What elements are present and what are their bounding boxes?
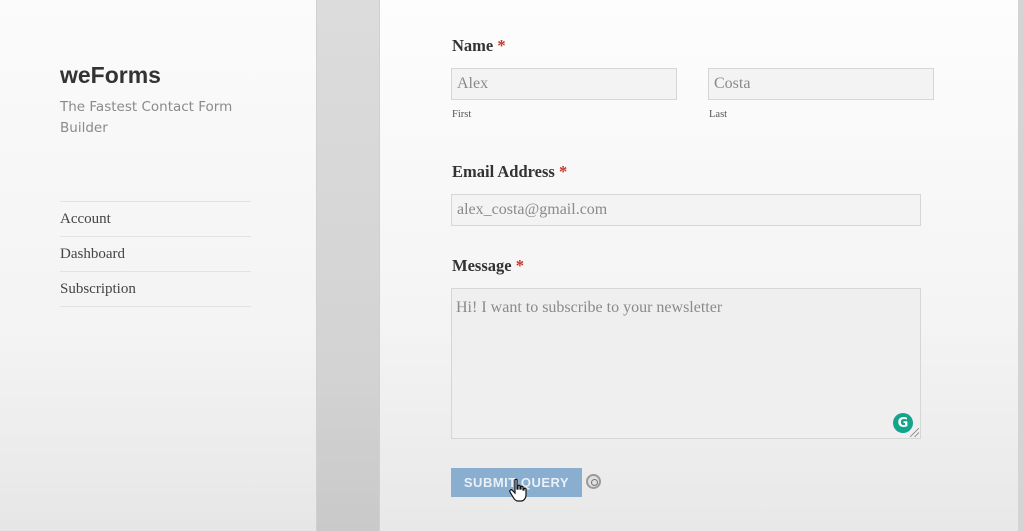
name-label: Name *: [452, 36, 506, 56]
last-name-input[interactable]: Costa: [708, 68, 934, 100]
message-label-text: Message: [452, 256, 512, 275]
name-required-mark: *: [497, 36, 506, 55]
sidebar-menu: Account Dashboard Subscription: [60, 201, 251, 307]
site-title[interactable]: weForms: [60, 62, 161, 89]
hand-cursor-icon: [509, 478, 527, 502]
email-label: Email Address *: [452, 162, 567, 182]
menu-item-dashboard[interactable]: Dashboard: [60, 237, 251, 272]
email-required-mark: *: [558, 162, 568, 181]
message-textarea[interactable]: Hi! I want to subscribe to your newslett…: [451, 288, 921, 439]
email-label-text: Email Address: [452, 162, 555, 181]
email-value: alex_costa@gmail.com: [457, 201, 608, 218]
first-name-input[interactable]: Alex: [451, 68, 677, 100]
last-name-value: Costa: [714, 75, 751, 92]
site-description: The Fastest Contact Form Builder: [60, 99, 233, 136]
resize-handle-icon[interactable]: [910, 428, 919, 437]
menu-item-account[interactable]: Account: [60, 202, 251, 237]
first-name-sublabel: First: [452, 109, 472, 120]
first-name-value: Alex: [457, 75, 489, 92]
right-edge: [1018, 0, 1024, 531]
email-input[interactable]: alex_costa@gmail.com: [451, 194, 921, 226]
last-name-sublabel: Last: [709, 109, 728, 120]
message-label: Message *: [452, 256, 524, 276]
page-gutter: [316, 0, 380, 531]
message-required-mark: *: [515, 256, 524, 275]
message-value: Hi! I want to subscribe to your newslett…: [456, 299, 723, 316]
name-label-text: Name: [452, 36, 494, 55]
loading-spinner-icon: [586, 474, 601, 489]
menu-item-subscription[interactable]: Subscription: [60, 272, 251, 307]
